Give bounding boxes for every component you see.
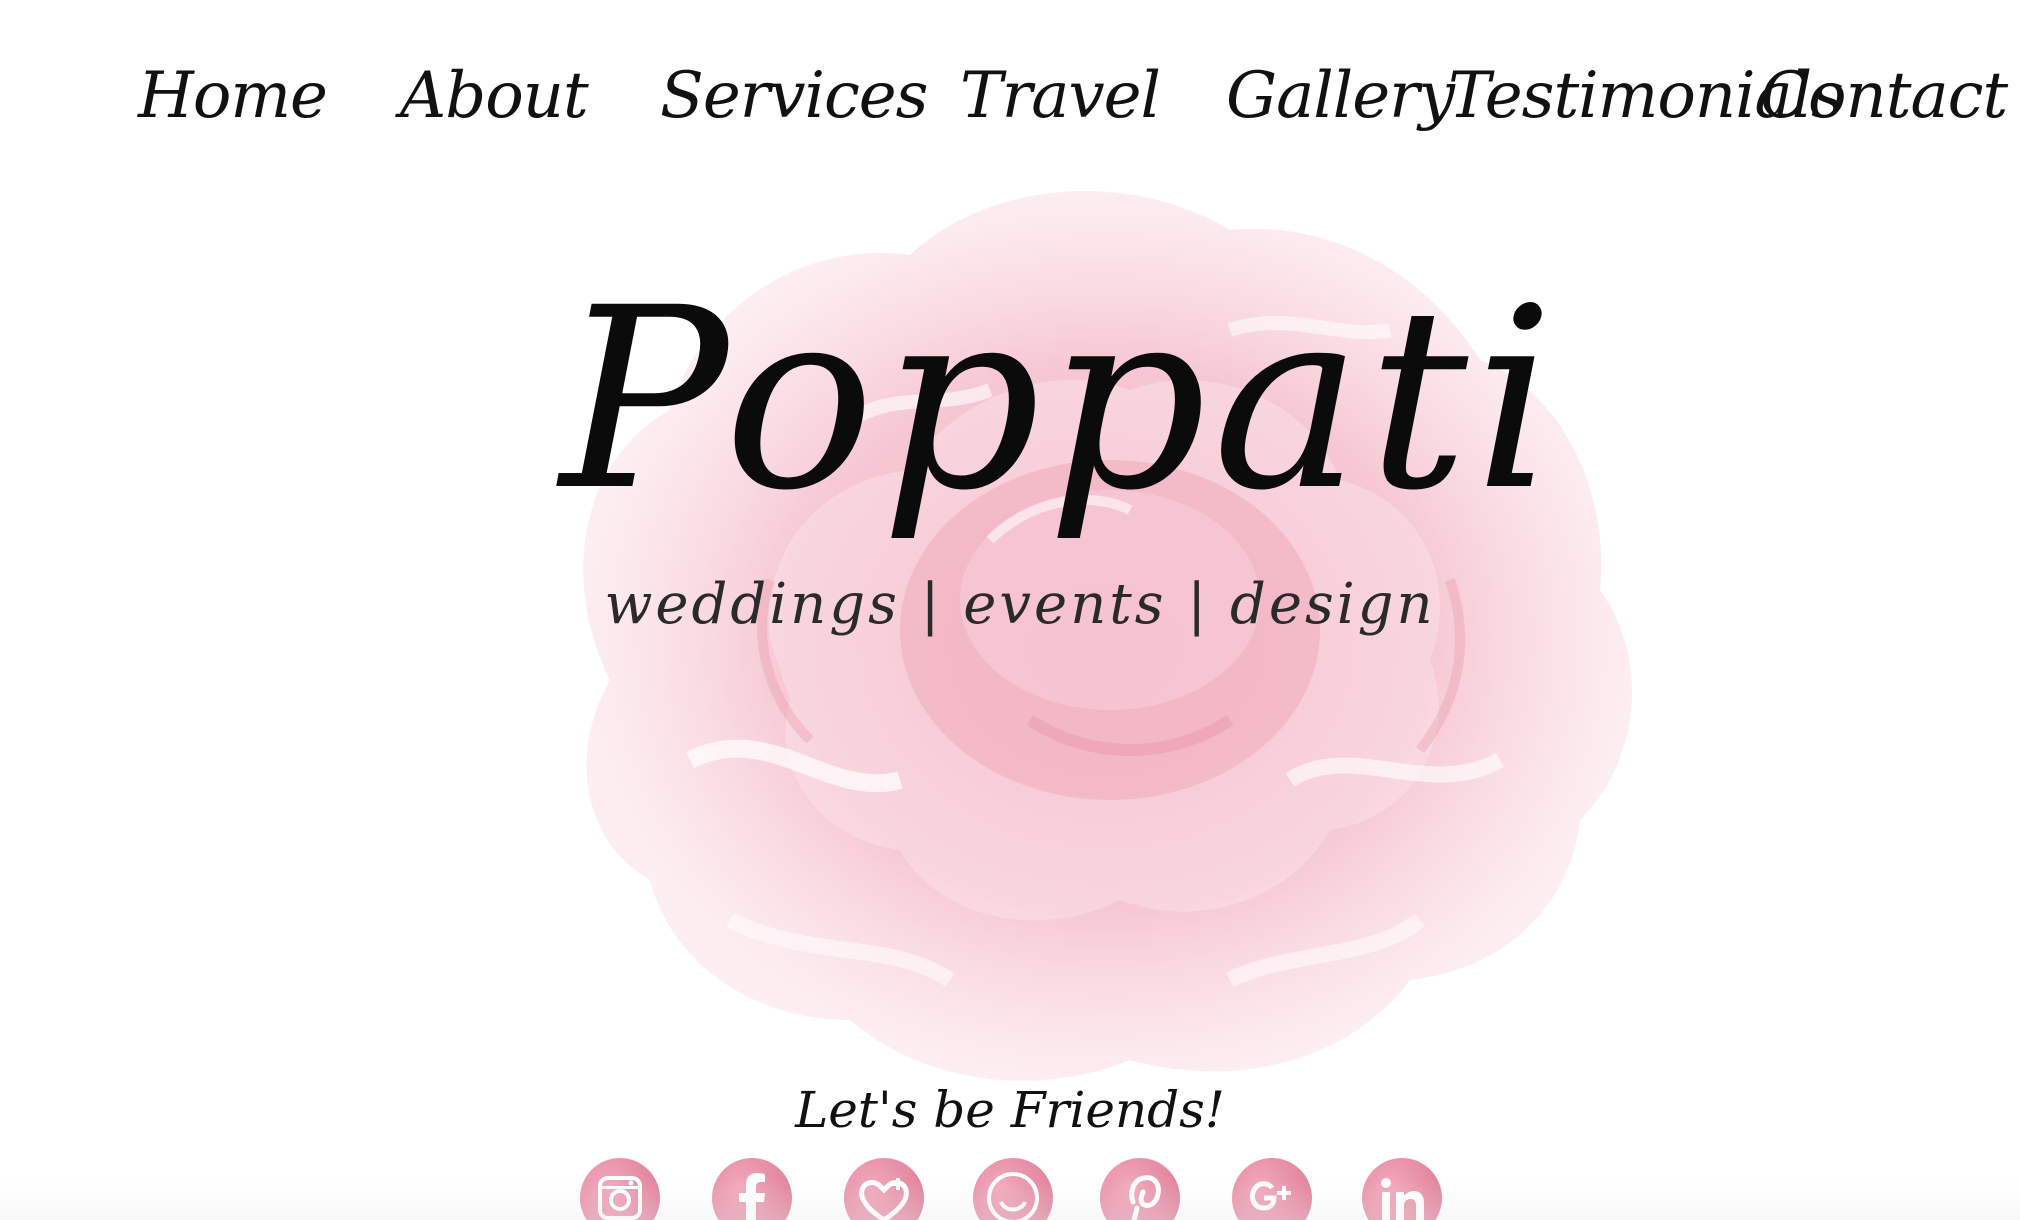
bloglovin-icon[interactable] xyxy=(844,1158,924,1220)
social-links xyxy=(580,1148,1460,1220)
smile-icon[interactable] xyxy=(973,1158,1053,1220)
google-plus-icon[interactable] xyxy=(1232,1158,1312,1220)
logo-tagline: weddings | events | design xyxy=(604,572,1436,637)
nav-about-link[interactable]: About xyxy=(400,46,589,146)
main-navigation: Home About Services Travel Gallery Testi… xyxy=(0,0,2020,180)
pinterest-icon[interactable] xyxy=(1100,1158,1180,1220)
page: Home About Services Travel Gallery Testi… xyxy=(0,0,2020,1220)
linkedin-icon[interactable] xyxy=(1362,1158,1442,1220)
nav-contact-link[interactable]: Contact xyxy=(1760,46,2008,146)
nav-gallery-link[interactable]: Gallery xyxy=(1226,46,1455,146)
friends-label: Let's be Friends! xyxy=(795,1081,1225,1139)
nav-home-link[interactable]: Home xyxy=(138,46,328,146)
nav-travel-link[interactable]: Travel xyxy=(960,46,1161,146)
logo-title: Poppati xyxy=(560,254,1561,545)
facebook-icon[interactable] xyxy=(712,1158,792,1220)
instagram-icon[interactable] xyxy=(580,1158,660,1220)
nav-services-link[interactable]: Services xyxy=(660,46,928,146)
